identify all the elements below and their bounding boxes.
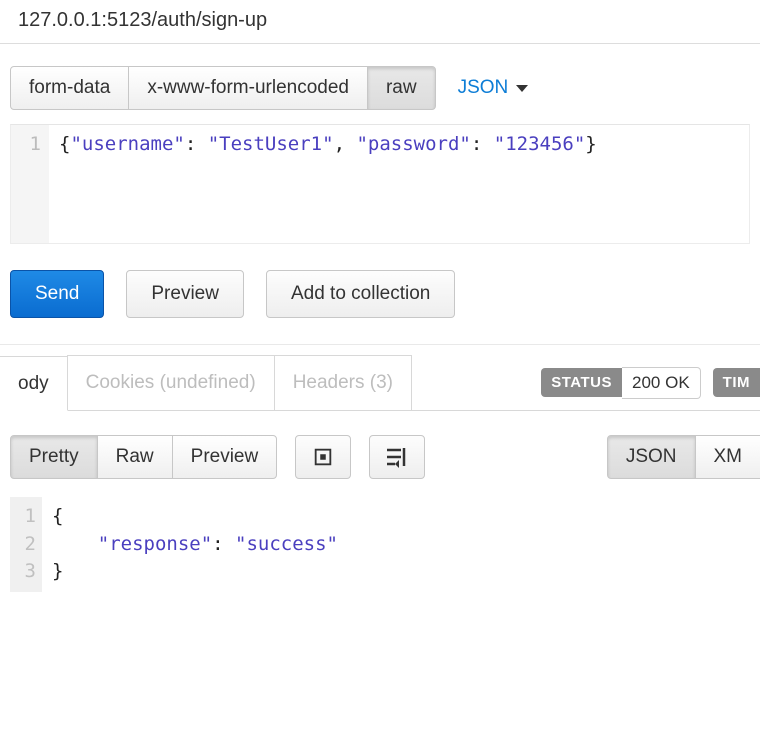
wrap-lines-icon: [385, 446, 409, 468]
request-body-editor[interactable]: 1 {"username": "TestUser1", "password": …: [10, 124, 750, 244]
url-input[interactable]: [16, 8, 744, 33]
caret-down-icon: [516, 85, 528, 92]
tab-x-www-form-urlencoded[interactable]: x-www-form-urlencoded: [128, 66, 368, 110]
preview-button[interactable]: Preview: [126, 270, 244, 318]
tab-raw-response[interactable]: Raw: [97, 435, 173, 479]
tab-raw[interactable]: raw: [367, 66, 436, 110]
lang-tabs: JSON XM: [607, 435, 760, 479]
tab-cookies[interactable]: Cookies (undefined): [67, 355, 275, 410]
request-body-gutter: 1: [11, 125, 49, 243]
url-bar: [0, 0, 760, 44]
add-to-collection-button[interactable]: Add to collection: [266, 270, 455, 318]
tab-headers[interactable]: Headers (3): [274, 355, 412, 410]
action-row: Send Preview Add to collection: [0, 244, 760, 345]
request-body-code[interactable]: {"username": "TestUser1", "password": "1…: [49, 125, 607, 243]
tab-pretty[interactable]: Pretty: [10, 435, 98, 479]
response-body-gutter: 123: [10, 497, 42, 592]
response-body-code: { "response": "success"}: [42, 497, 348, 592]
send-button[interactable]: Send: [10, 270, 104, 318]
body-type-tabs: form-data x-www-form-urlencoded raw: [10, 66, 436, 110]
format-tabs: Pretty Raw Preview: [10, 435, 277, 479]
body-type-row: form-data x-www-form-urlencoded raw JSON: [0, 44, 760, 124]
content-type-dropdown[interactable]: JSON: [458, 77, 529, 99]
wrap-lines-button[interactable]: [369, 435, 425, 479]
tab-body[interactable]: ody: [0, 356, 68, 411]
response-status-area: STATUS 200 OK TIM: [541, 355, 760, 410]
format-row: Pretty Raw Preview JSON XM: [0, 411, 760, 491]
fullscreen-icon: [312, 446, 334, 468]
status-label: STATUS: [541, 368, 622, 397]
tab-form-data[interactable]: form-data: [10, 66, 129, 110]
status-value: 200 OK: [622, 367, 701, 399]
status-group: STATUS 200 OK: [541, 367, 700, 399]
tab-xml[interactable]: XM: [695, 435, 760, 479]
response-tabs: ody Cookies (undefined) Headers (3) STAT…: [0, 355, 760, 411]
response-body-editor: 123 { "response": "success"}: [10, 497, 750, 592]
fullscreen-button[interactable]: [295, 435, 351, 479]
tab-preview-response[interactable]: Preview: [172, 435, 278, 479]
time-label: TIM: [713, 368, 760, 397]
tab-json[interactable]: JSON: [607, 435, 696, 479]
content-type-label: JSON: [458, 77, 509, 99]
